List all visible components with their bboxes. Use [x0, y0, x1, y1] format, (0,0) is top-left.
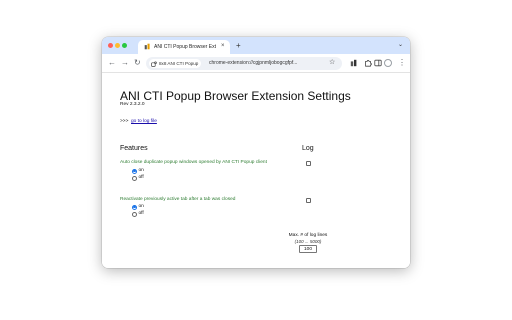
- radio-off-label: off: [138, 211, 144, 216]
- site-info-chip[interactable]: 8x8 ANI CTI Popup: [149, 59, 202, 68]
- feature-reactivate-tab-log-checkbox[interactable]: [306, 198, 311, 203]
- browser-menu-icon[interactable]: ⋮: [398, 58, 406, 68]
- window-minimize-button[interactable]: [115, 43, 120, 48]
- features-heading: Features: [120, 145, 148, 152]
- radio-off-label: off: [138, 175, 144, 180]
- extension-favicon-icon: [144, 43, 150, 50]
- site-chip-label: 8x8 ANI CTI Popup: [159, 61, 199, 66]
- profile-avatar[interactable]: [384, 59, 392, 67]
- page-title: ANI CTI Popup Browser Extension Settings: [120, 89, 351, 103]
- max-log-lines-input[interactable]: 100: [299, 245, 317, 253]
- browser-window: ANI CTI Popup Browser Exten × + ⌄ ← → ↻ …: [102, 37, 410, 268]
- feature-auto-close-label: Auto close duplicate popup windows opene…: [120, 160, 267, 165]
- bookmark-star-icon[interactable]: ☆: [329, 58, 335, 68]
- feature-reactivate-tab-off-option[interactable]: off: [132, 211, 144, 217]
- extensions-puzzle-icon[interactable]: [364, 59, 372, 67]
- log-file-link[interactable]: go to log file: [131, 119, 157, 125]
- tab-close-icon[interactable]: ×: [221, 42, 225, 51]
- radio-on-label: on: [138, 204, 144, 209]
- extension-pinned-icon[interactable]: [350, 59, 358, 67]
- new-tab-button[interactable]: +: [236, 41, 241, 50]
- extension-puzzle-icon: [151, 61, 157, 67]
- feature-reactivate-tab-on-option[interactable]: on: [132, 204, 144, 210]
- tab-strip: ANI CTI Popup Browser Exten × + ⌄: [102, 37, 410, 54]
- revision-text: Rev 2.3.2.0: [120, 102, 145, 107]
- radio-on[interactable]: [132, 168, 137, 174]
- window-maximize-button[interactable]: [122, 43, 127, 48]
- radio-off[interactable]: [132, 211, 137, 217]
- forward-icon[interactable]: →: [121, 58, 129, 68]
- log-heading: Log: [302, 145, 314, 152]
- settings-page: ANI CTI Popup Browser Extension Settings…: [102, 73, 410, 268]
- feature-reactivate-tab-label: Reactivate previously active tab after a…: [120, 197, 236, 202]
- radio-on[interactable]: [132, 204, 137, 210]
- active-tab[interactable]: ANI CTI Popup Browser Exten ×: [138, 40, 230, 54]
- url-text[interactable]: chrome-extension://cgjpnmljobogcgfpf...: [209, 59, 324, 68]
- tab-title: ANI CTI Popup Browser Exten: [154, 44, 216, 50]
- feature-auto-close-on-option[interactable]: on: [132, 168, 144, 174]
- feature-auto-close-log-checkbox[interactable]: [306, 161, 311, 166]
- back-icon[interactable]: ←: [108, 58, 116, 68]
- reload-icon[interactable]: ↻: [134, 58, 141, 68]
- browser-toolbar: ← → ↻ 8x8 ANI CTI Popup chrome-extension…: [102, 54, 410, 73]
- side-panel-icon[interactable]: [374, 59, 382, 67]
- window-close-button[interactable]: [108, 43, 113, 48]
- radio-off[interactable]: [132, 175, 137, 181]
- feature-auto-close-off-option[interactable]: off: [132, 175, 144, 181]
- tab-search-icon[interactable]: ⌄: [398, 41, 403, 50]
- radio-on-label: on: [138, 168, 144, 173]
- address-bar[interactable]: 8x8 ANI CTI Popup chrome-extension://cgj…: [146, 57, 342, 70]
- log-link-prefix: >>>: [120, 119, 129, 124]
